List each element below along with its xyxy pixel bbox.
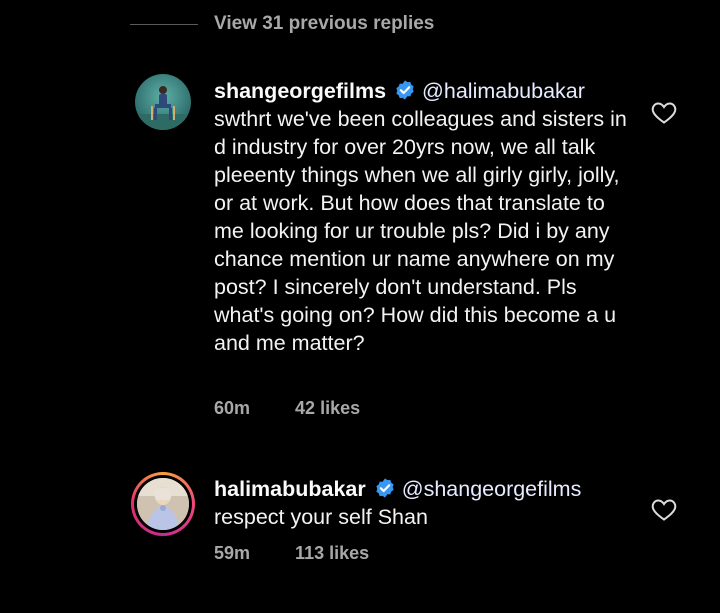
avatar-ring: [134, 475, 192, 533]
comment-mention[interactable]: @shangeorgefilms: [402, 477, 582, 501]
verified-badge-icon: [396, 80, 414, 100]
comment-time: 59m: [214, 543, 251, 563]
comment-likes[interactable]: 113 likes: [295, 543, 369, 564]
comment-text: respect your self Shan: [214, 505, 428, 529]
avatar[interactable]: [131, 472, 195, 536]
comment-body: shangeorgefilms @halimabubakar swthrt we…: [214, 77, 634, 357]
view-replies-label[interactable]: View 31 previous replies: [214, 13, 434, 35]
comment-text: swthrt we've been colleagues and sisters…: [214, 107, 627, 355]
avatar-image: [135, 74, 191, 130]
view-previous-replies[interactable]: View 31 previous replies: [130, 10, 434, 38]
comment-username[interactable]: halimabubakar: [214, 477, 366, 501]
verified-badge-icon: [376, 478, 394, 498]
thread-line: [130, 23, 198, 25]
comment-body: halimabubakar @shangeorgefilms respect y…: [214, 475, 634, 531]
heart-outline-icon[interactable]: [651, 101, 677, 125]
comment-likes[interactable]: 42 likes: [295, 398, 360, 419]
comment-mention[interactable]: @halimabubakar: [422, 79, 585, 103]
avatar-image: [137, 478, 189, 530]
comment-time: 60m: [214, 398, 251, 418]
comment-username[interactable]: shangeorgefilms: [214, 79, 386, 103]
comment-meta: 60m 42 likes: [214, 398, 360, 419]
avatar[interactable]: [135, 74, 191, 130]
heart-outline-icon[interactable]: [651, 498, 677, 522]
comment-meta: 59m 113 likes: [214, 543, 369, 564]
